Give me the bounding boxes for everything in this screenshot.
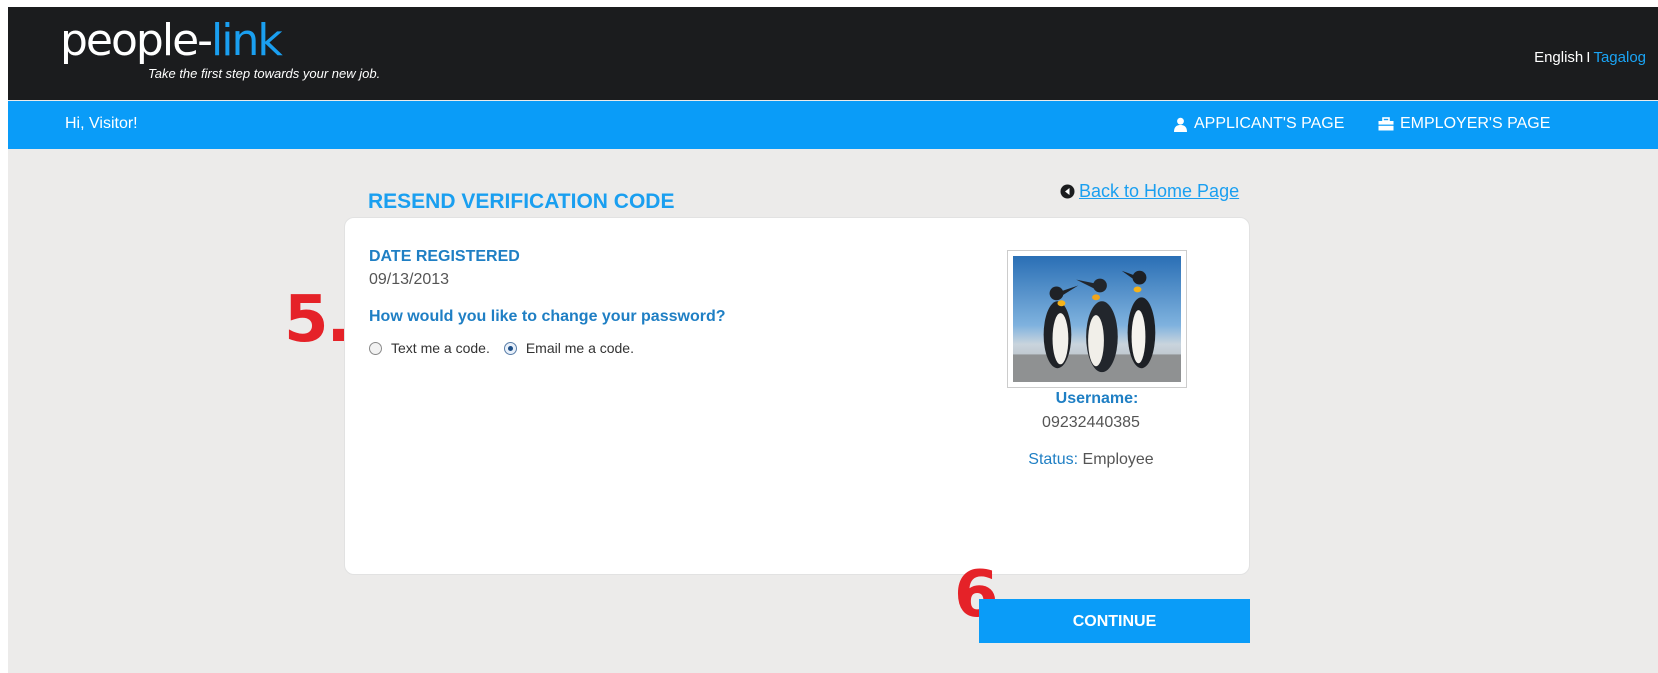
status-value: Employee xyxy=(1082,451,1154,468)
code-delivery-options: Text me a code. Email me a code. xyxy=(369,340,648,356)
penguins-image xyxy=(1013,256,1181,382)
top-header: people-link Take the first step towards … xyxy=(8,7,1658,100)
person-icon xyxy=(1173,117,1188,132)
employers-page-label: EMPLOYER'S PAGE xyxy=(1400,115,1551,132)
logo-accent-text: link xyxy=(211,15,283,66)
tagline: Take the first step towards your new job… xyxy=(148,66,381,81)
greeting-text: Hi, Visitor! xyxy=(65,115,138,132)
profile-photo xyxy=(1007,250,1187,388)
page-title: RESEND VERIFICATION CODE xyxy=(368,190,675,213)
step-5-annotation: 5. xyxy=(284,283,351,357)
nav-bar: Hi, Visitor! APPLICANT'S PAGE EMPLOYER'S… xyxy=(8,101,1658,149)
applicants-page-label: APPLICANT'S PAGE xyxy=(1194,115,1345,132)
employers-page-link[interactable]: EMPLOYER'S PAGE xyxy=(1378,115,1550,133)
language-tagalog-link[interactable]: Tagalog xyxy=(1593,49,1646,66)
site-logo[interactable]: people-link xyxy=(60,19,283,63)
status-label: Status: xyxy=(1028,451,1079,468)
language-switcher: English I Tagalog xyxy=(1534,49,1646,66)
back-to-home-link[interactable]: Back to Home Page xyxy=(1060,181,1239,202)
briefcase-icon xyxy=(1378,117,1394,131)
date-registered-value: 09/13/2013 xyxy=(369,271,450,288)
password-change-question: How would you like to change your passwo… xyxy=(369,308,726,325)
page-frame: people-link Take the first step towards … xyxy=(8,7,1658,673)
text-code-radio[interactable] xyxy=(369,341,382,355)
logo-main-text: people- xyxy=(60,15,213,66)
language-separator: I xyxy=(1586,49,1591,66)
verification-card: DATE REGISTERED 09/13/2013 How would you… xyxy=(344,217,1250,575)
continue-button[interactable]: CONTINUE xyxy=(979,599,1250,643)
applicants-page-link[interactable]: APPLICANT'S PAGE xyxy=(1173,115,1344,133)
date-registered-label: DATE REGISTERED xyxy=(369,248,520,265)
status-row: Status: Employee xyxy=(1007,451,1175,469)
arrow-left-circle-icon xyxy=(1060,184,1075,199)
email-code-radio[interactable] xyxy=(503,341,517,355)
back-to-home-label: Back to Home Page xyxy=(1079,181,1240,201)
email-code-label[interactable]: Email me a code. xyxy=(526,340,634,356)
username-label: Username: xyxy=(1055,390,1139,407)
username-value: 09232440385 xyxy=(1042,414,1140,431)
language-english-link[interactable]: English xyxy=(1534,49,1583,66)
text-code-label[interactable]: Text me a code. xyxy=(391,340,490,356)
